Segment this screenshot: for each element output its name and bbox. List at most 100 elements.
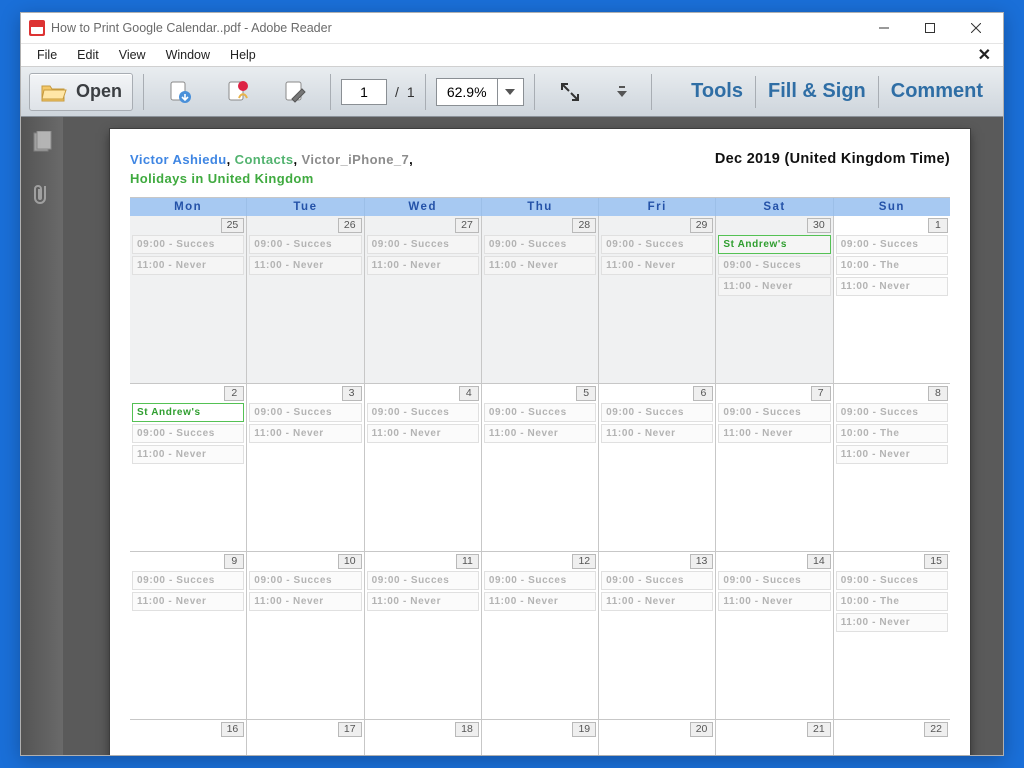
calendar-day: 21 [716, 720, 833, 755]
dow-cell: Sat [716, 198, 833, 216]
calendar-event: 11:00 - Never [249, 592, 361, 611]
calendar-event: 09:00 - Succes [484, 571, 596, 590]
titlebar: How to Print Google Calendar..pdf - Adob… [21, 13, 1003, 43]
calendar-day: 17 [247, 720, 364, 755]
calendar-event: 11:00 - Never [601, 256, 713, 275]
calendar-event: 11:00 - Never [601, 424, 713, 443]
chevron-down-small-icon [608, 78, 636, 106]
calendar-event: 11:00 - Never [249, 424, 361, 443]
calendar-day: 19 [482, 720, 599, 755]
calendar-event: 10:00 - The [836, 256, 948, 275]
calendar-day: 1009:00 - Succes11:00 - Never [247, 552, 364, 719]
menubar: File Edit View Window Help ✕ [21, 43, 1003, 67]
document-viewport[interactable]: Victor Ashiedu, Contacts, Victor_iPhone_… [63, 117, 1003, 755]
calendar-event: 11:00 - Never [132, 445, 244, 464]
calendar-week: 2509:00 - Succes11:00 - Never2609:00 - S… [130, 216, 950, 384]
thumbnails-icon[interactable] [31, 131, 53, 158]
calendar-day: 18 [365, 720, 482, 755]
sign-button[interactable] [270, 73, 320, 111]
dow-cell: Sun [834, 198, 950, 216]
calendar-day: 409:00 - Succes11:00 - Never [365, 384, 482, 551]
day-number: 5 [576, 386, 596, 401]
app-window: How to Print Google Calendar..pdf - Adob… [20, 12, 1004, 756]
calendar-event: 09:00 - Succes [601, 235, 713, 254]
calendar-event: 11:00 - Never [836, 613, 948, 632]
create-pdf-button[interactable] [212, 73, 262, 111]
calendar-day: 22 [834, 720, 950, 755]
attachments-icon[interactable] [31, 182, 53, 213]
day-number: 14 [807, 554, 831, 569]
menu-window[interactable]: Window [156, 45, 220, 65]
calendar-day: 16 [130, 720, 247, 755]
calendar-event: 11:00 - Never [836, 277, 948, 296]
calendar-event: 09:00 - Succes [601, 403, 713, 422]
calendar-day: 6 09:00 - Succes 11:00 - Never [599, 384, 716, 551]
calendar-day: 2St Andrew's09:00 - Succes11:00 - Never [130, 384, 247, 551]
zoom-combo[interactable] [436, 78, 524, 106]
minimize-button[interactable] [861, 14, 907, 42]
calendar-day: 1109:00 - Succes11:00 - Never [365, 552, 482, 719]
calendar-event: 09:00 - Succes [718, 403, 830, 422]
day-number: 12 [572, 554, 596, 569]
tools-link[interactable]: Tools [679, 80, 755, 103]
calendar-event: 09:00 - Succes [132, 424, 244, 443]
calendar-day: 709:00 - Succes11:00 - Never [716, 384, 833, 551]
dow-cell: Thu [482, 198, 599, 216]
dow-cell: Tue [247, 198, 364, 216]
calendar-event: 11:00 - Never [484, 424, 596, 443]
page-number-input[interactable] [341, 79, 387, 105]
menu-file[interactable]: File [27, 45, 67, 65]
menu-help[interactable]: Help [220, 45, 266, 65]
calendar-event: 09:00 - Succes [249, 235, 361, 254]
day-number: 29 [690, 218, 714, 233]
calendar-event: 10:00 - The [836, 592, 948, 611]
toolbar-right-links: Tools Fill & Sign Comment [679, 76, 995, 108]
calendar-event: 11:00 - Never [484, 592, 596, 611]
maximize-button[interactable] [907, 14, 953, 42]
day-number: 6 [693, 386, 713, 401]
calendar-owners: Victor Ashiedu, Contacts, Victor_iPhone_… [130, 151, 413, 189]
day-number: 9 [224, 554, 244, 569]
zoom-input[interactable] [437, 84, 497, 100]
dow-row: MonTueWedThuFriSatSun [130, 198, 950, 216]
calendar-event: 09:00 - Succes [718, 571, 830, 590]
calendar-event: 09:00 - Succes [249, 571, 361, 590]
export-pdf-icon [165, 78, 193, 106]
pdf-page: Victor Ashiedu, Contacts, Victor_iPhone_… [110, 129, 970, 755]
export-pdf-button[interactable] [154, 73, 204, 111]
day-number: 19 [572, 722, 596, 737]
content-area: Victor Ashiedu, Contacts, Victor_iPhone_… [21, 117, 1003, 755]
calendar-event: 11:00 - Never [836, 445, 948, 464]
menubar-close-icon[interactable]: ✕ [972, 45, 997, 65]
dow-cell: Mon [130, 198, 247, 216]
day-number: 2 [224, 386, 244, 401]
close-button[interactable] [953, 14, 999, 42]
read-mode-button[interactable] [603, 73, 641, 111]
calendar-week: 16171819202122 [130, 720, 950, 755]
calendar-event: 09:00 - Succes [132, 235, 244, 254]
calendar-event: 09:00 - Succes [132, 571, 244, 590]
menu-edit[interactable]: Edit [67, 45, 109, 65]
day-number: 8 [928, 386, 948, 401]
calendar-day: 909:00 - Succes11:00 - Never [130, 552, 247, 719]
holiday-event: St Andrew's [718, 235, 830, 254]
fit-button[interactable] [545, 73, 595, 111]
calendar-day: 109:00 - Succes10:00 - The11:00 - Never [834, 216, 950, 383]
menu-view[interactable]: View [109, 45, 156, 65]
calendar-event: 09:00 - Succes [836, 571, 948, 590]
calendar-event: 09:00 - Succes [484, 235, 596, 254]
day-number: 4 [459, 386, 479, 401]
calendar-day: 2709:00 - Succes11:00 - Never [365, 216, 482, 383]
calendar-day: 1309:00 - Succes11:00 - Never [599, 552, 716, 719]
day-number: 13 [690, 554, 714, 569]
window-title: How to Print Google Calendar..pdf - Adob… [51, 21, 861, 35]
fill-sign-link[interactable]: Fill & Sign [756, 80, 878, 103]
calendar-header: Victor Ashiedu, Contacts, Victor_iPhone_… [130, 151, 950, 189]
day-number: 25 [221, 218, 245, 233]
calendar-week: 909:00 - Succes11:00 - Never1009:00 - Su… [130, 552, 950, 720]
calendar-event: 11:00 - Never [601, 592, 713, 611]
open-button[interactable]: Open [29, 73, 133, 111]
comment-link[interactable]: Comment [879, 80, 995, 103]
zoom-dropdown-icon[interactable] [497, 79, 523, 105]
calendar-event: 09:00 - Succes [484, 403, 596, 422]
